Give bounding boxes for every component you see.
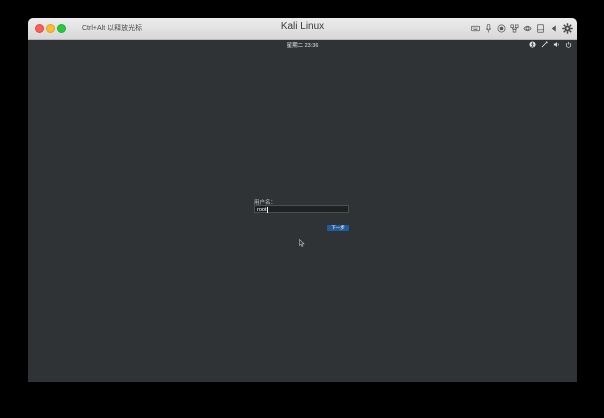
minimize-button[interactable] — [46, 24, 55, 33]
vm-top-panel: 星期二 23:36 — [28, 40, 577, 50]
mouse-cursor-icon — [299, 239, 305, 247]
microphone-icon[interactable] — [484, 24, 493, 33]
vm-window: Ctrl+Alt 以释放光标 Kali Linux 星期二 23:36 用户名：… — [28, 18, 577, 382]
system-tray — [529, 41, 572, 48]
power-icon[interactable] — [565, 41, 572, 48]
clock[interactable]: 星期二 23:36 — [28, 41, 577, 49]
volume-icon[interactable] — [549, 24, 558, 33]
accessibility-icon[interactable] — [529, 41, 536, 48]
titlebar-toolbar — [471, 22, 573, 35]
disk-icon[interactable] — [536, 24, 545, 33]
network-icon[interactable] — [510, 24, 519, 33]
username-value: root — [257, 207, 267, 213]
window-titlebar[interactable]: Ctrl+Alt 以释放光标 Kali Linux — [28, 18, 577, 40]
network-icon[interactable] — [541, 41, 548, 48]
next-button[interactable]: 下一步 — [327, 225, 349, 231]
settings-icon[interactable] — [562, 23, 573, 34]
close-button[interactable] — [35, 24, 44, 33]
username-field[interactable]: root — [254, 205, 349, 213]
maximize-button[interactable] — [57, 24, 66, 33]
record-icon[interactable] — [497, 24, 506, 33]
capture-hint: Ctrl+Alt 以释放光标 — [82, 25, 143, 32]
keyboard-icon[interactable] — [471, 24, 480, 33]
printer-icon[interactable] — [523, 24, 532, 33]
volume-icon[interactable] — [553, 41, 560, 48]
text-caret — [267, 206, 269, 213]
